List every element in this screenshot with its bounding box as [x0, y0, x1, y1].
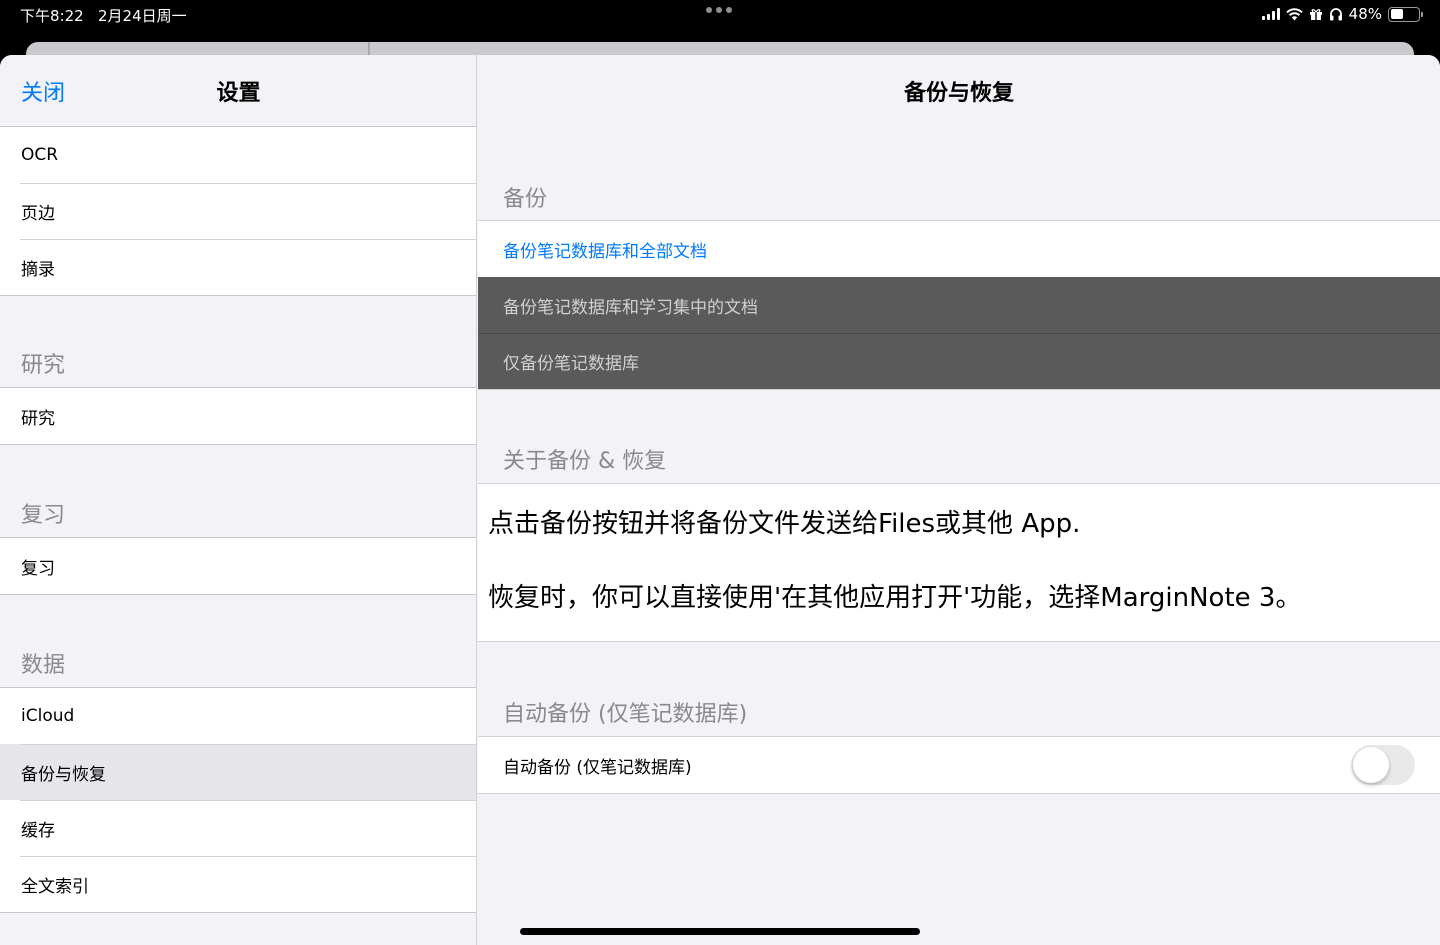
about-line-1: 点击备份按钮并将备份文件发送给Files或其他 App.	[488, 509, 1081, 539]
auto-backup-row: 自动备份 (仅笔记数据库)	[478, 737, 1440, 793]
section-header-review: 复习	[21, 503, 66, 528]
section-header-about: 关于备份 & 恢复	[503, 449, 667, 474]
settings-sheet: 关闭 设置 OCR 页边 摘录 研究 研究 复习 复习 数据 iCloud 备份…	[0, 55, 1440, 945]
sidebar-item-ocr[interactable]: OCR	[0, 127, 476, 183]
gift-icon	[1309, 9, 1322, 20]
section-header-backup: 备份	[503, 187, 548, 212]
battery-icon	[1388, 6, 1423, 22]
sidebar-item-research[interactable]: 研究	[0, 388, 476, 444]
backup-all-button[interactable]: 备份笔记数据库和全部文档	[478, 221, 1440, 277]
review-group: 复习	[0, 537, 476, 595]
sidebar-item-margin[interactable]: 页边	[0, 183, 476, 239]
research-group: 研究	[0, 387, 476, 445]
status-time: 下午8:22 2月24日周一	[20, 5, 187, 26]
backup-restore-detail: 备份与恢复 备份 备份笔记数据库和全部文档 备份笔记数据库和学习集中的文档 仅备…	[478, 55, 1440, 945]
sidebar-item-cache[interactable]: 缓存	[0, 800, 476, 856]
toggle-knob	[1353, 747, 1389, 783]
backup-studyset-button[interactable]: 备份笔记数据库和学习集中的文档	[478, 277, 1440, 333]
sidebar-nav-bar: 关闭 设置	[0, 55, 476, 127]
status-bar: 下午8:22 2月24日周一 48%	[0, 0, 1440, 30]
auto-backup-group: 自动备份 (仅笔记数据库)	[478, 736, 1440, 794]
sidebar-item-backup-restore[interactable]: 备份与恢复	[0, 744, 476, 800]
about-line-2: 恢复时，你可以直接使用'在其他应用打开'功能，选择MarginNote 3。	[488, 583, 1302, 613]
auto-backup-label: 自动备份 (仅笔记数据库)	[503, 757, 692, 778]
backup-db-only-button[interactable]: 仅备份笔记数据库	[478, 333, 1440, 389]
auto-backup-toggle[interactable]	[1351, 745, 1415, 785]
data-group: iCloud 备份与恢复 缓存 全文索引	[0, 687, 476, 913]
top-settings-group: OCR 页边 摘录	[0, 126, 476, 296]
sidebar-item-excerpt[interactable]: 摘录	[0, 239, 476, 295]
status-clock: 下午8:22	[20, 7, 84, 25]
backup-options-group: 备份笔记数据库和全部文档 备份笔记数据库和学习集中的文档 仅备份笔记数据库	[478, 220, 1440, 390]
battery-level	[1390, 9, 1404, 19]
status-indicators: 48%	[1261, 5, 1423, 23]
settings-sidebar: 关闭 设置 OCR 页边 摘录 研究 研究 复习 复习 数据 iCloud 备份…	[0, 55, 477, 945]
sidebar-item-icloud[interactable]: iCloud	[0, 688, 476, 744]
sidebar-item-fulltext-index[interactable]: 全文索引	[0, 856, 476, 912]
sidebar-item-review[interactable]: 复习	[0, 538, 476, 594]
detail-title: 备份与恢复	[903, 81, 1014, 106]
status-date: 2月24日周一	[98, 7, 187, 25]
cellular-signal-icon	[1261, 8, 1280, 20]
multitasking-dots-icon[interactable]	[706, 7, 732, 13]
sidebar-title: 设置	[216, 81, 261, 106]
battery-percent: 48%	[1348, 5, 1382, 23]
about-backup-text: 点击备份按钮并将备份文件发送给Files或其他 App. 恢复时，你可以直接使用…	[478, 483, 1440, 642]
section-header-data: 数据	[21, 653, 66, 678]
home-indicator[interactable]	[520, 928, 920, 935]
headphones-icon	[1329, 8, 1342, 21]
section-header-research: 研究	[21, 353, 66, 378]
background-card-divider	[368, 42, 370, 56]
wifi-icon	[1285, 7, 1303, 20]
section-header-auto-backup: 自动备份 (仅笔记数据库)	[503, 702, 748, 727]
